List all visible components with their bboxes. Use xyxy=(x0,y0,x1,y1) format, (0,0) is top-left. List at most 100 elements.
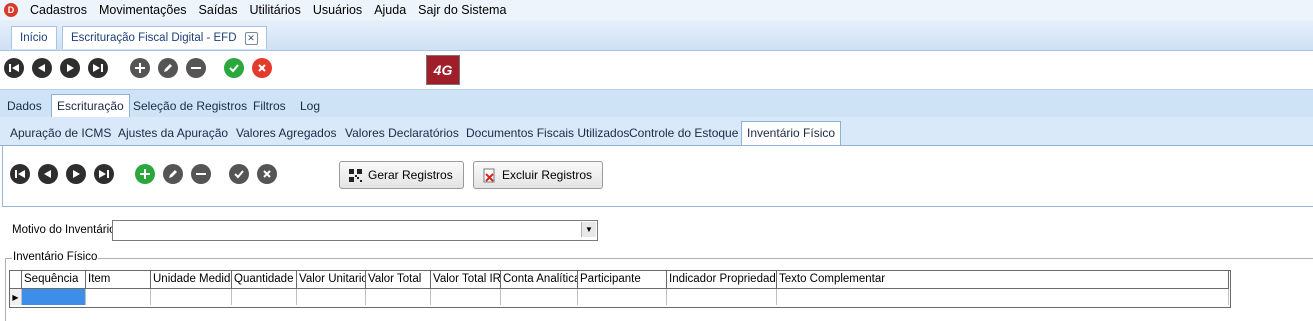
inner-remove-button[interactable] xyxy=(191,164,211,184)
menu-ajuda[interactable]: Ajuda xyxy=(368,0,412,20)
cell-participante[interactable] xyxy=(578,289,667,305)
cell-conta-analitica[interactable] xyxy=(501,289,578,305)
motivo-select[interactable]: ▼ xyxy=(112,220,598,241)
doc-tab-inicio-label: Início xyxy=(20,32,48,44)
first-icon xyxy=(15,170,25,178)
col-item[interactable]: Item xyxy=(86,271,151,288)
doc-tab-inicio[interactable]: Início xyxy=(11,26,57,49)
first-icon xyxy=(9,64,19,72)
cell-sequencia[interactable] xyxy=(22,289,86,305)
plus-icon xyxy=(135,63,145,73)
tab-strip-main: Dados Escrituração Seleção de Registros … xyxy=(0,89,1313,118)
tab-controle-estoque[interactable]: Controle do Estoque xyxy=(624,123,743,143)
col-indicador-propriedade[interactable]: Indicador Propriedade xyxy=(667,271,777,288)
cell-texto-complementar[interactable] xyxy=(777,289,1229,305)
main-toolbar: 4G xyxy=(0,51,1313,88)
company-logo: 4G xyxy=(426,55,460,85)
tab-dados[interactable]: Dados xyxy=(2,96,47,116)
tab-escrituracao[interactable]: Escrituração xyxy=(51,94,130,118)
tab-log[interactable]: Log xyxy=(295,96,325,116)
tab-ajustes-apuracao[interactable]: Ajustes da Apuração xyxy=(113,123,233,143)
col-valor-total[interactable]: Valor Total xyxy=(366,271,431,288)
cell-indicador-propriedade[interactable] xyxy=(667,289,777,305)
plus-icon xyxy=(140,169,150,179)
next-icon xyxy=(67,64,74,72)
pencil-icon xyxy=(164,64,172,72)
add-button[interactable] xyxy=(130,58,150,78)
prev-icon xyxy=(38,64,45,72)
prev-record-button[interactable] xyxy=(32,58,52,78)
close-icon[interactable]: ✕ xyxy=(244,31,258,45)
pencil-icon xyxy=(169,170,177,178)
check-icon xyxy=(234,170,244,179)
qr-code-icon xyxy=(349,168,362,182)
edit-button[interactable] xyxy=(158,58,178,78)
col-texto-complementar[interactable]: Texto Complementar xyxy=(777,271,1229,288)
menu-utilitarios[interactable]: Utilitários xyxy=(243,0,306,20)
inner-edit-button[interactable] xyxy=(163,164,183,184)
menu-usuarios[interactable]: Usuários xyxy=(307,0,368,20)
app-icon[interactable]: D xyxy=(4,3,18,17)
menu-saidas[interactable]: Saídas xyxy=(193,0,244,20)
tab-apuracao-icms[interactable]: Apuração de ICMS xyxy=(5,123,116,143)
cell-quantidade[interactable] xyxy=(232,289,297,305)
menu-movimentacoes[interactable]: Movimentações xyxy=(93,0,193,20)
col-valor-unitario[interactable]: Valor Unitario xyxy=(297,271,366,288)
col-participante[interactable]: Participante xyxy=(578,271,667,288)
tab-selecao-registros[interactable]: Seleção de Registros xyxy=(128,96,252,116)
inner-confirm-button[interactable] xyxy=(229,164,249,184)
menu-cadastros[interactable]: Cadastros xyxy=(24,0,93,20)
delete-document-icon xyxy=(483,168,495,182)
inner-add-button[interactable] xyxy=(135,164,155,184)
col-unidade-medida[interactable]: Unidade Medida xyxy=(151,271,232,288)
last-icon xyxy=(93,64,103,72)
motivo-label: Motivo do Inventário xyxy=(12,224,116,236)
cell-valor-total[interactable] xyxy=(366,289,431,305)
cell-item[interactable] xyxy=(86,289,151,305)
col-valor-total-ir[interactable]: Valor Total IR xyxy=(431,271,501,288)
inner-last-button[interactable] xyxy=(94,164,114,184)
col-quantidade[interactable]: Quantidade xyxy=(232,271,297,288)
row-indicator-header xyxy=(10,271,22,288)
inventario-grid[interactable]: Sequência Item Unidade Medida Quantidade… xyxy=(9,270,1231,308)
first-record-button[interactable] xyxy=(4,58,24,78)
cancel-button[interactable] xyxy=(252,58,272,78)
inner-prev-button[interactable] xyxy=(38,164,58,184)
menu-sair[interactable]: Sajr do Sistema xyxy=(412,0,512,20)
document-tabs-bar: Início Escrituração Fiscal Digital - EFD… xyxy=(0,20,1313,51)
inner-cancel-button[interactable] xyxy=(257,164,277,184)
tab-inventario-fisico[interactable]: Inventário Físico xyxy=(741,121,842,145)
table-row[interactable]: ▶ xyxy=(10,289,1229,305)
inventario-group-title: Inventário Físico xyxy=(12,251,99,263)
cell-valor-unitario[interactable] xyxy=(297,289,366,305)
confirm-button[interactable] xyxy=(224,58,244,78)
col-sequencia[interactable]: Sequência xyxy=(22,271,86,288)
cell-valor-total-ir[interactable] xyxy=(431,289,501,305)
minus-icon xyxy=(191,67,201,69)
menu-bar: D Cadastros Movimentações Saídas Utilitá… xyxy=(0,0,1313,20)
prev-icon xyxy=(44,170,51,178)
next-record-button[interactable] xyxy=(60,58,80,78)
remove-button[interactable] xyxy=(186,58,206,78)
tab-valores-declaratorios[interactable]: Valores Declaratórios xyxy=(340,123,464,143)
x-icon xyxy=(258,64,266,72)
tab-strip-escrituracao: Apuração de ICMS Ajustes da Apuração Val… xyxy=(0,117,1313,146)
tab-valores-agregados[interactable]: Valores Agregados xyxy=(231,123,342,143)
inner-next-button[interactable] xyxy=(66,164,86,184)
cell-unidade-medida[interactable] xyxy=(151,289,232,305)
generate-records-button[interactable]: Gerar Registros xyxy=(339,161,464,189)
tab-filtros[interactable]: Filtros xyxy=(248,96,291,116)
last-record-button[interactable] xyxy=(88,58,108,78)
chevron-down-icon[interactable]: ▼ xyxy=(581,222,596,237)
grid-header: Sequência Item Unidade Medida Quantidade… xyxy=(10,271,1229,289)
check-icon xyxy=(229,64,239,73)
doc-tab-efd[interactable]: Escrituração Fiscal Digital - EFD ✕ xyxy=(62,26,267,49)
generate-records-label: Gerar Registros xyxy=(368,168,453,182)
inner-toolbar-panel: Gerar Registros Excluir Registros xyxy=(2,146,1313,207)
next-icon xyxy=(73,170,80,178)
tab-documentos-fiscais[interactable]: Documentos Fiscais Utilizados xyxy=(461,123,634,143)
doc-tab-efd-label: Escrituração Fiscal Digital - EFD xyxy=(71,32,237,44)
inner-first-button[interactable] xyxy=(10,164,30,184)
col-conta-analitica[interactable]: Conta Analítica xyxy=(501,271,578,288)
delete-records-button[interactable]: Excluir Registros xyxy=(473,161,604,189)
